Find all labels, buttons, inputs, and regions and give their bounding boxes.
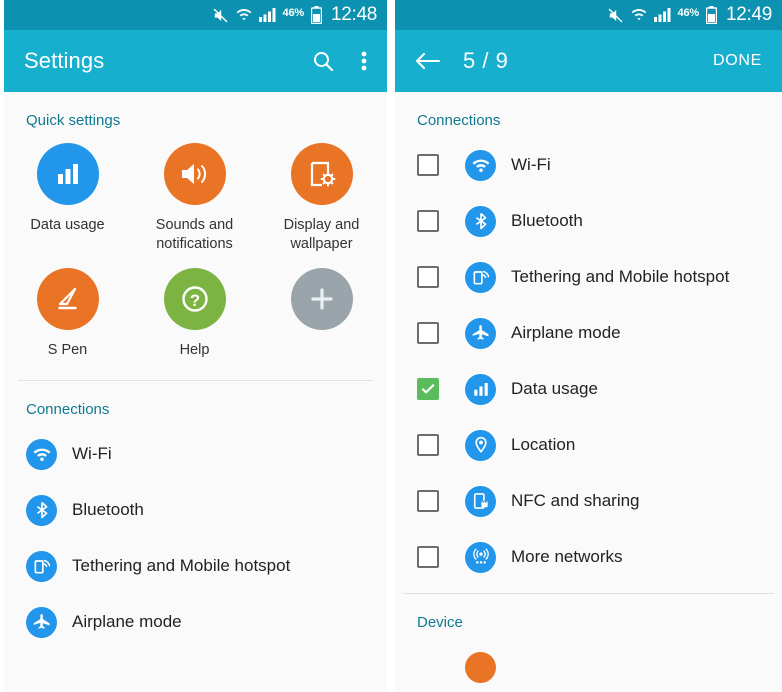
bar-chart-icon bbox=[465, 373, 496, 405]
device-orange-icon bbox=[465, 651, 496, 683]
right-status-bar: 46% 12:49 bbox=[395, 0, 782, 30]
battery-percent-label: 46% bbox=[282, 7, 305, 19]
connections-header: Connections bbox=[417, 112, 501, 129]
search-icon[interactable] bbox=[311, 49, 335, 73]
wifi-icon bbox=[465, 149, 496, 181]
battery-icon bbox=[705, 6, 717, 24]
quick-settings-grid: Data usage Sounds and notifications Disp… bbox=[4, 129, 387, 374]
checkbox-row-label: Wi-Fi bbox=[511, 155, 551, 174]
airplane-icon bbox=[26, 606, 57, 638]
checkbox-row-wifi[interactable]: Wi-Fi bbox=[395, 137, 782, 193]
clock-label: 12:48 bbox=[330, 4, 377, 25]
device-list bbox=[395, 631, 782, 692]
checkbox-row-label: Airplane mode bbox=[511, 323, 621, 342]
checkbox-data-usage[interactable] bbox=[417, 378, 439, 400]
bluetooth-icon bbox=[26, 494, 57, 526]
left-phone-screen: 46% 12:48 Settings Quick settings Data u… bbox=[4, 0, 387, 692]
list-item-airplane-mode[interactable]: Airplane mode bbox=[4, 594, 387, 650]
left-content: Quick settings Data usage Sounds and not… bbox=[4, 92, 387, 692]
checkbox-row-label: More networks bbox=[511, 547, 623, 566]
quick-tile-s-pen[interactable]: S Pen bbox=[4, 268, 131, 360]
checkbox-tethering[interactable] bbox=[417, 266, 439, 288]
nfc-icon bbox=[465, 485, 496, 517]
signal-bars-icon bbox=[653, 8, 671, 22]
list-item-wifi[interactable]: Wi-Fi bbox=[4, 426, 387, 482]
battery-percent-label: 46% bbox=[677, 7, 700, 19]
checkbox-wifi[interactable] bbox=[417, 154, 439, 176]
list-item-label: Tethering and Mobile hotspot bbox=[72, 556, 291, 575]
left-status-bar: 46% 12:48 bbox=[4, 0, 387, 30]
dual-screenshot-comparison: 46% 12:48 Settings Quick settings Data u… bbox=[0, 0, 782, 692]
svg-text:?: ? bbox=[189, 291, 199, 310]
checkbox-location[interactable] bbox=[417, 434, 439, 456]
clock-label: 12:49 bbox=[725, 4, 772, 25]
checkbox-airplane-mode[interactable] bbox=[417, 322, 439, 344]
checkbox-row-nfc-and-sharing[interactable]: NFC and sharing bbox=[395, 473, 782, 529]
more-networks-icon bbox=[465, 541, 496, 573]
checkbox-row-bluetooth[interactable]: Bluetooth bbox=[395, 193, 782, 249]
wifi-download-icon bbox=[236, 7, 252, 23]
mute-icon bbox=[607, 7, 624, 24]
bar-chart-icon bbox=[36, 143, 99, 205]
checkbox-row-airplane-mode[interactable]: Airplane mode bbox=[395, 305, 782, 361]
checkbox-row-device-partial[interactable] bbox=[395, 639, 782, 692]
list-item-label: Bluetooth bbox=[72, 500, 144, 519]
speaker-icon bbox=[163, 143, 226, 205]
checkbox-row-label: Data usage bbox=[511, 379, 598, 398]
quick-tile-data-usage[interactable]: Data usage bbox=[4, 143, 131, 254]
checkbox-row-label: NFC and sharing bbox=[511, 491, 640, 510]
quick-tile-label: Data usage bbox=[30, 217, 105, 233]
location-pin-icon bbox=[465, 429, 496, 461]
quick-tile-add[interactable] bbox=[258, 268, 385, 360]
connections-header: Connections bbox=[26, 401, 110, 418]
tethering-icon bbox=[465, 261, 496, 293]
tethering-icon bbox=[26, 550, 57, 582]
checkbox-row-label: Location bbox=[511, 435, 576, 454]
mute-icon bbox=[212, 7, 229, 24]
checkbox-row-label: Bluetooth bbox=[511, 211, 583, 230]
list-item-label: Airplane mode bbox=[72, 612, 182, 631]
right-content: Connections Wi-Fi Bluetooth Tethering an… bbox=[395, 92, 782, 692]
checkbox-row-tethering[interactable]: Tethering and Mobile hotspot bbox=[395, 249, 782, 305]
connections-checkbox-list: Wi-Fi Bluetooth Tethering and Mobile hot… bbox=[395, 129, 782, 585]
bluetooth-icon bbox=[465, 205, 496, 237]
quick-tile-sounds-and-notifications[interactable]: Sounds and notifications bbox=[131, 143, 258, 254]
back-arrow-icon[interactable] bbox=[415, 50, 441, 72]
quick-tile-label: S Pen bbox=[47, 342, 88, 358]
pen-icon bbox=[36, 268, 99, 330]
wifi-icon bbox=[26, 438, 57, 470]
left-app-bar: Settings bbox=[4, 30, 387, 92]
checkbox-row-label: Tethering and Mobile hotspot bbox=[511, 267, 730, 286]
quick-tile-label: Sounds and notifications bbox=[155, 217, 234, 252]
list-item-label: Wi-Fi bbox=[72, 444, 112, 463]
page-title: Settings bbox=[24, 48, 105, 73]
checkbox-row-data-usage[interactable]: Data usage bbox=[395, 361, 782, 417]
connections-list: Wi-Fi Bluetooth Tethering and Mobile hot… bbox=[4, 418, 387, 650]
checkbox-bluetooth[interactable] bbox=[417, 210, 439, 232]
checkbox-row-location[interactable]: Location bbox=[395, 417, 782, 473]
plus-icon bbox=[290, 268, 353, 330]
list-item-bluetooth[interactable]: Bluetooth bbox=[4, 482, 387, 538]
device-header: Device bbox=[417, 614, 463, 631]
overflow-menu-icon[interactable] bbox=[361, 49, 367, 73]
display-brightness-icon bbox=[290, 143, 353, 205]
quick-tile-help[interactable]: ? Help bbox=[131, 268, 258, 360]
right-app-bar: 5 / 9 DONE bbox=[395, 30, 782, 92]
question-mark-icon: ? bbox=[163, 268, 226, 330]
quick-tile-label: Help bbox=[179, 342, 210, 358]
signal-bars-icon bbox=[258, 8, 276, 22]
quick-tile-label: Display and wallpaper bbox=[283, 217, 360, 252]
airplane-icon bbox=[465, 317, 496, 349]
list-item-tethering[interactable]: Tethering and Mobile hotspot bbox=[4, 538, 387, 594]
quick-settings-header: Quick settings bbox=[26, 112, 121, 129]
done-button[interactable]: DONE bbox=[713, 52, 762, 70]
right-phone-screen: 46% 12:49 5 / 9 DONE Connections Wi-Fi B… bbox=[395, 0, 782, 692]
quick-tile-display-and-wallpaper[interactable]: Display and wallpaper bbox=[258, 143, 385, 254]
checkbox-more-networks[interactable] bbox=[417, 546, 439, 568]
battery-icon bbox=[310, 6, 322, 24]
selection-counter: 5 / 9 bbox=[463, 48, 509, 73]
wifi-download-icon bbox=[631, 7, 647, 23]
checkbox-row-more-networks[interactable]: More networks bbox=[395, 529, 782, 585]
checkbox-nfc-and-sharing[interactable] bbox=[417, 490, 439, 512]
